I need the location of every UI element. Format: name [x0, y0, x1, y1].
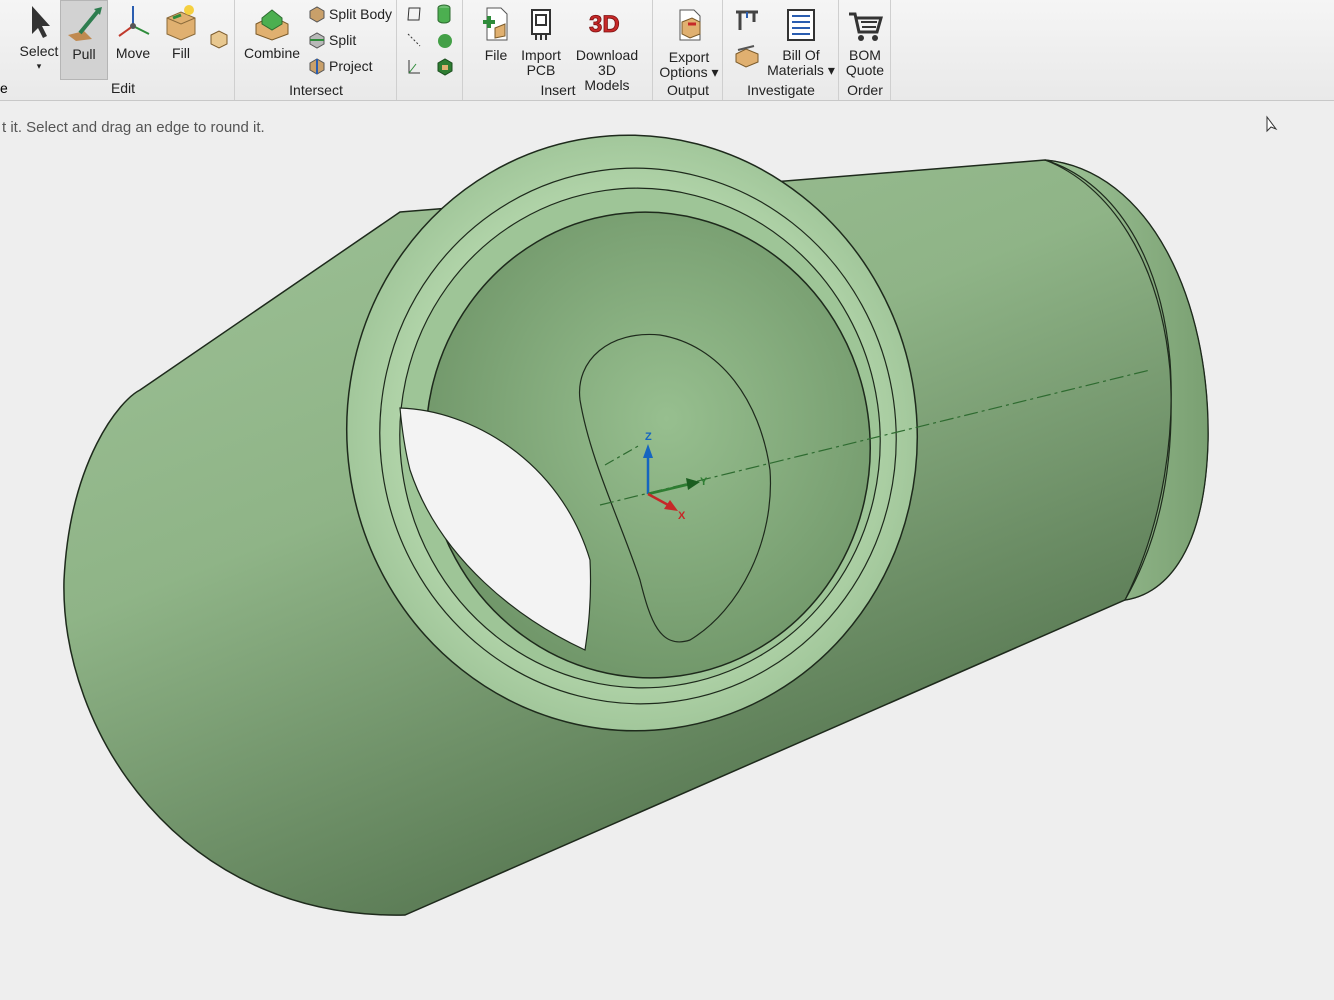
insert-file-button[interactable]: File [474, 6, 518, 63]
ribbon-toolbar: e Select ▾ Pull Move Fill Edit Combine S… [0, 0, 1334, 101]
3d-viewport[interactable]: Z Y X [0, 108, 1334, 1000]
import-pcb-button[interactable]: Import PCB [518, 6, 564, 78]
download-3d-models-button[interactable]: 3D Download 3D Models [566, 6, 648, 93]
select-dropdown-icon: ▾ [36, 61, 42, 71]
edit-group: Select ▾ Pull Move Fill Edit [12, 0, 235, 100]
intersect-group: Combine Split Body Split Project Interse… [236, 0, 397, 100]
output-group-label: Output [666, 82, 710, 98]
mass-properties-icon[interactable] [734, 44, 760, 70]
bill-of-materials-button[interactable]: Bill Of Materials ▾ [766, 8, 836, 78]
axis-z-label: Z [645, 431, 652, 443]
extra-edit-button[interactable] [206, 28, 232, 54]
investigate-group: Bill Of Materials ▾ Investigate [724, 0, 839, 100]
pull-tool-button[interactable]: Pull [60, 0, 108, 80]
file-label: File [484, 47, 508, 63]
sphere-icon[interactable] [436, 32, 454, 50]
angle-icon[interactable] [406, 58, 422, 76]
download-label-1: Download 3D [575, 47, 639, 78]
project-label: Project [329, 58, 373, 74]
fill-box-icon [166, 5, 196, 41]
bom-quote-label-1: BOM [849, 47, 881, 63]
move-label: Move [115, 45, 151, 61]
bom-label-1: Bill Of [782, 47, 820, 63]
export-label-1: Export [668, 49, 710, 65]
fill-label: Fill [172, 45, 190, 61]
insert-group: File Import PCB 3D Download 3D Models In… [464, 0, 653, 100]
axis-y-label: Y [700, 476, 708, 488]
bom-quote-button[interactable]: BOM Quote [842, 8, 888, 78]
import-pcb-label-2: PCB [526, 62, 556, 78]
pcb-icon [531, 9, 551, 40]
move-tool-button[interactable]: Move [110, 4, 156, 61]
split-body-label: Split Body [329, 6, 393, 22]
order-group-label: Order [847, 82, 883, 98]
project-icon [309, 58, 325, 75]
small-box-icon [210, 30, 228, 49]
split-label: Split [329, 32, 357, 48]
select-label: Select [19, 43, 59, 59]
pull-label: Pull [72, 46, 96, 62]
investigate-group-label: Investigate [747, 82, 815, 98]
split-body-button[interactable]: Split Body [308, 5, 392, 23]
export-options-button[interactable]: Export Options ▾ [658, 8, 720, 80]
edit-group-label: Edit [110, 80, 136, 96]
cylinder-icon[interactable] [436, 4, 452, 24]
pull-arrow-icon [68, 7, 102, 41]
line-icon[interactable] [406, 32, 422, 48]
export-label-2: Options ▾ [659, 64, 719, 80]
output-group: Export Options ▾ Output [654, 0, 723, 100]
svg-text:3D: 3D [589, 11, 620, 38]
bom-label-2: Materials ▾ [767, 62, 835, 78]
3d-logo-icon: 3D [589, 11, 620, 39]
fill-tool-button[interactable]: Fill [158, 4, 204, 61]
mouse-cursor-icon [1266, 115, 1278, 133]
export-icon [679, 9, 701, 41]
bom-list-icon [787, 9, 815, 41]
sketch-tools-group [398, 0, 463, 100]
project-button[interactable]: Project [308, 57, 373, 75]
import-pcb-label-1: Import [521, 47, 561, 63]
intersect-group-label: Intersect [289, 82, 343, 98]
axis-x-label: X [678, 510, 686, 522]
split-icon [309, 32, 325, 49]
file-icon [483, 7, 508, 41]
rectangle-icon[interactable] [406, 6, 422, 22]
ribbon-edge-label: e [0, 80, 8, 96]
combine-label: Combine [243, 45, 301, 61]
split-body-icon [309, 6, 325, 23]
insert-group-label: Insert [540, 82, 576, 98]
shell-icon[interactable] [436, 58, 454, 76]
bom-quote-label-2: Quote [845, 62, 885, 78]
measure-caliper-icon[interactable] [732, 8, 762, 36]
select-arrow-icon [32, 6, 50, 38]
combine-icon [255, 9, 289, 41]
combine-button[interactable]: Combine [242, 6, 302, 61]
split-button[interactable]: Split [308, 31, 356, 49]
move-axes-icon [118, 6, 150, 37]
order-group: BOM Quote Order [840, 0, 891, 100]
shopping-cart-icon [849, 12, 883, 41]
select-tool-button[interactable]: Select ▾ [16, 4, 62, 74]
